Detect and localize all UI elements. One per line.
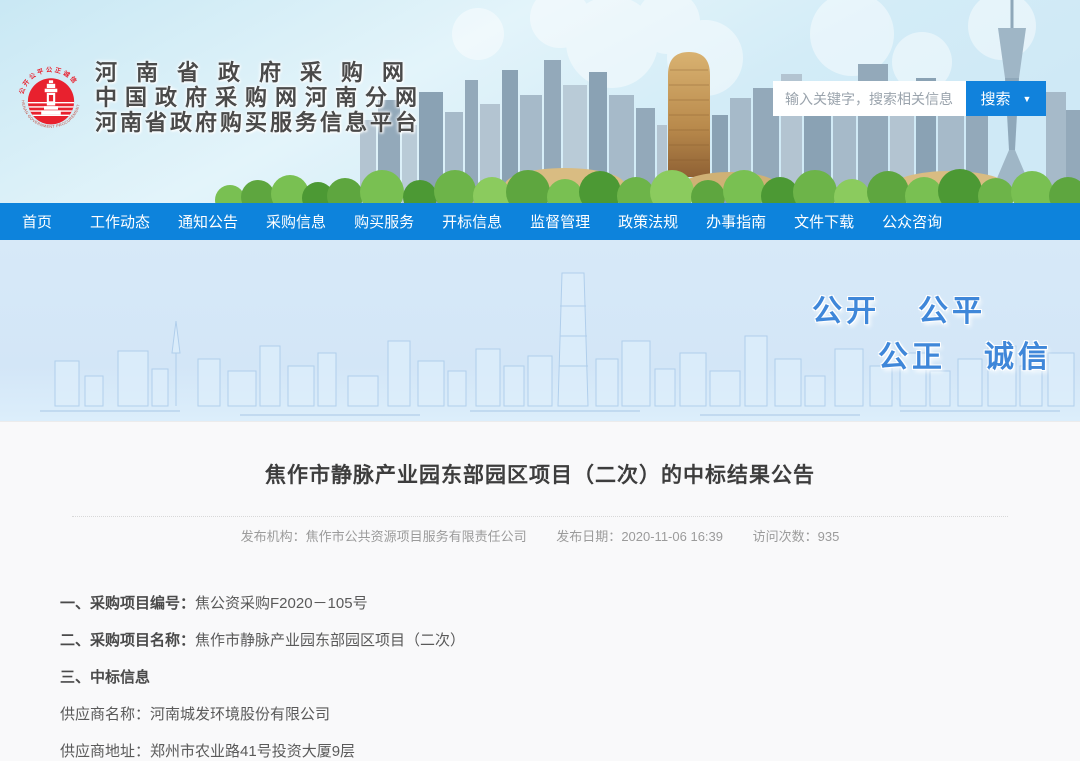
article-body: 一、采购项目编号：焦公资采购F2020－105号 二、采购项目名称：焦作市静脉产… [60,595,1080,761]
publisher-label: 发布机构： [241,529,306,544]
award-info-heading-row: 三、中标信息 [60,669,1080,687]
project-name-value: 焦作市静脉产业园东部园区项目（二次） [195,632,465,649]
slogan-integrity: 诚信 [984,332,1052,376]
page-title: 焦作市静脉产业园东部园区项目（二次）的中标结果公告 [0,422,1080,492]
main-nav: 首页 工作动态 通知公告 采购信息 购买服务 开标信息 监督管理 政策法规 办事… [0,203,1080,240]
project-number-label: 一、采购项目编号： [60,595,195,612]
slogan-justice: 公正 [878,332,946,376]
slogan-openness: 公开 [812,286,880,330]
supplier-name-value: 河南城发环境股份有限公司 [150,706,330,723]
page: 公开公平公正诚信 HENAN GOVERNMENT PROCUREMENT [0,0,1080,761]
site-titles: 河南省政府采购网 中国政府采购网河南分网 河南省政府购买服务信息平台 [95,60,425,135]
nav-item-bid-opening[interactable]: 开标信息 [442,211,502,232]
publisher-group: 发布机构：焦作市公共资源项目服务有限责任公司 [241,529,527,544]
supplier-address-row: 供应商地址：郑州市农业路41号投资大厦9层 [60,743,1080,761]
nav-item-procurement-info[interactable]: 采购信息 [266,211,326,232]
nav-item-purchase-services[interactable]: 购买服务 [354,211,414,232]
supplier-name-row: 供应商名称：河南城发环境股份有限公司 [60,706,1080,724]
nav-item-public-consultation[interactable]: 公众咨询 [882,211,942,232]
publish-date-value: 2020-11-06 16:39 [621,529,723,544]
search-dropdown-caret-icon[interactable]: ▼ [1023,95,1032,104]
search-input[interactable] [773,81,966,116]
visit-count-group: 访问次数：935 [753,529,840,544]
nav-item-notices[interactable]: 通知公告 [178,211,238,232]
article-meta: 发布机构：焦作市公共资源项目服务有限责任公司 发布日期：2020-11-06 1… [0,526,1080,545]
dotted-divider [72,516,1008,517]
publish-date-group: 发布日期：2020-11-06 16:39 [556,529,723,544]
project-number-row: 一、采购项目编号：焦公资采购F2020－105号 [60,595,1080,613]
project-number-value: 焦公资采购F2020－105号 [195,595,368,612]
slogan-fairness: 公平 [918,286,986,330]
nav-item-supervision[interactable]: 监督管理 [530,211,590,232]
site-header: 公开公平公正诚信 HENAN GOVERNMENT PROCUREMENT [0,0,1080,203]
announcement-content: 焦作市静脉产业园东部园区项目（二次）的中标结果公告 发布机构：焦作市公共资源项目… [0,421,1080,761]
nav-item-policies[interactable]: 政策法规 [618,211,678,232]
publish-date-label: 发布日期： [556,529,621,544]
nav-item-guide[interactable]: 办事指南 [706,211,766,232]
supplier-address-value: 郑州市农业路41号投资大厦9层 [150,743,355,760]
search-button[interactable]: 搜索 ▼ [966,81,1046,116]
slogan-banner: 公开 公平 公正 诚信 [0,240,1080,421]
nav-item-downloads[interactable]: 文件下载 [794,211,854,232]
site-title-line2: 中国政府采购网河南分网 [95,85,425,110]
project-name-row: 二、采购项目名称：焦作市静脉产业园东部园区项目（二次） [60,632,1080,650]
visit-count-value: 935 [818,529,840,544]
visit-count-label: 访问次数： [753,529,818,544]
supplier-address-label: 供应商地址： [60,743,150,760]
search-button-label: 搜索 [981,88,1011,109]
site-title-line3: 河南省政府购买服务信息平台 [95,110,425,135]
project-name-label: 二、采购项目名称： [60,632,195,649]
publisher-value: 焦作市公共资源项目服务有限责任公司 [306,529,527,544]
nav-item-work-trends[interactable]: 工作动态 [90,211,150,232]
supplier-name-label: 供应商名称： [60,706,150,723]
award-info-heading: 三、中标信息 [60,669,150,686]
search-box: 搜索 ▼ [773,81,1046,116]
nav-item-home[interactable]: 首页 [22,211,52,232]
site-title-line1: 河南省政府采购网 [95,60,425,85]
site-logo: 公开公平公正诚信 HENAN GOVERNMENT PROCUREMENT [16,60,86,144]
